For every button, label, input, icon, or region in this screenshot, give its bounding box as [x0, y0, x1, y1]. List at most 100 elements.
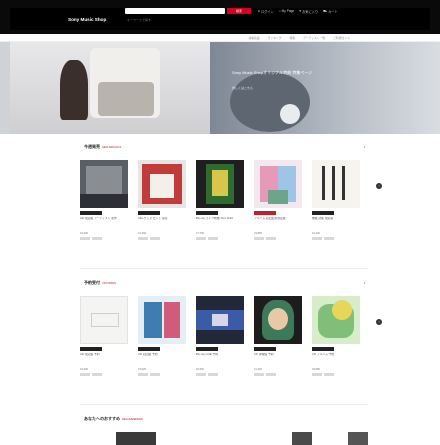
product-title[interactable]: CD 初回盤 予約: [138, 353, 186, 364]
product-cover[interactable]: [138, 160, 186, 208]
product-title[interactable]: CD 限定盤 アーティスト 新作: [80, 217, 128, 228]
favorites-label: お気に入り: [302, 9, 319, 14]
nav-ranking[interactable]: ランキング: [268, 36, 282, 40]
heart-icon: ♥: [299, 9, 302, 13]
cart-button[interactable]: [138, 373, 148, 376]
product-card[interactable]: Blu-ray ライブ映像 Tour 2023 ¥7,700: [196, 160, 244, 240]
product-title[interactable]: CD+グッズ セット 限定: [138, 217, 186, 228]
product-cover-peek[interactable]: [292, 432, 312, 445]
product-card[interactable]: 書籍 詩集 限定版 ¥2,200: [312, 160, 360, 240]
hero-figure: [60, 60, 88, 120]
product-cover[interactable]: [312, 296, 360, 344]
product-title[interactable]: CD アルバム 予約: [312, 353, 360, 364]
product-actions: [254, 373, 302, 376]
product-title[interactable]: アルバム 初回生産限定盤: [254, 217, 302, 228]
cart-button[interactable]: [196, 373, 206, 376]
product-card[interactable]: CD 初回盤 予約 ¥3,520: [138, 296, 186, 376]
product-price: ¥3,080: [312, 368, 320, 371]
product-card[interactable]: CD+グッズ セット 限定 ¥4,400: [138, 160, 186, 240]
format-badge: [312, 347, 334, 351]
cart-button[interactable]: [80, 237, 90, 240]
product-title[interactable]: CD 限定盤 予約: [80, 353, 128, 364]
user-icon: ●: [258, 9, 260, 13]
nav-feature[interactable]: 特集: [290, 36, 296, 40]
search-input[interactable]: [125, 17, 225, 23]
cart-button[interactable]: [80, 373, 90, 376]
product-cover[interactable]: [80, 296, 128, 344]
mypage-label: My Page: [281, 9, 295, 13]
product-card[interactable]: CD 限定盤 アーティスト 新作 ¥3,300: [80, 160, 128, 240]
product-title[interactable]: 書籍 詩集 限定版: [312, 217, 360, 228]
favorite-button[interactable]: [208, 237, 218, 240]
product-price: ¥3,850: [254, 232, 262, 235]
section-subtitle-new: NEW ARRIVALS: [102, 146, 122, 149]
search-button[interactable]: 検索: [227, 8, 251, 14]
hero-banner[interactable]: Sony Music Shopオリジナル特典 特集ページ 詳しくはこちら: [0, 42, 440, 134]
site-logo[interactable]: Sony Music Shop: [68, 17, 106, 22]
next-arrow-upcoming[interactable]: ›: [376, 319, 382, 325]
section-title-recommend: あなたへのおすすめ RECOMMENDED: [84, 416, 143, 422]
product-actions: [254, 237, 302, 240]
product-cover[interactable]: [254, 160, 302, 208]
next-arrow-new[interactable]: ›: [376, 183, 382, 189]
nav-new[interactable]: 新着商品: [248, 36, 259, 40]
product-cover[interactable]: [196, 296, 244, 344]
favorite-button[interactable]: [324, 237, 334, 240]
favorite-button[interactable]: [150, 373, 160, 376]
nav-artists[interactable]: アーティスト一覧: [303, 36, 325, 40]
login-link[interactable]: ● ログイン: [258, 9, 274, 14]
section-title-new: 今週発売 NEW ARRIVALS: [84, 144, 121, 150]
cart-button[interactable]: [196, 237, 206, 240]
cart-icon: ⛟: [323, 8, 328, 13]
favorite-button[interactable]: [208, 373, 218, 376]
product-cover[interactable]: [196, 160, 244, 208]
product-actions: [196, 373, 244, 376]
section-divider: [80, 268, 368, 269]
product-card[interactable]: Blu-ray LIVE 予約 ¥6,600: [196, 296, 244, 376]
format-badge: [138, 211, 160, 215]
product-cover[interactable]: [80, 160, 128, 208]
product-actions: [80, 237, 128, 240]
section-subtitle-recommend: RECOMMENDED: [122, 418, 143, 421]
product-cover[interactable]: [138, 296, 186, 344]
product-cover-peek[interactable]: [348, 432, 368, 445]
product-title[interactable]: Blu-ray ライブ映像 Tour 2023: [196, 217, 244, 228]
cart-link[interactable]: ⛟ カート: [323, 9, 338, 14]
product-card[interactable]: CD 通常盤 予約 ¥1,320: [254, 296, 302, 376]
favorites-link[interactable]: ♥ お気に入り: [299, 9, 318, 14]
favorite-button[interactable]: [92, 373, 102, 376]
product-price: ¥3,300: [80, 368, 88, 371]
nav-guide[interactable]: ご利用ガイド: [333, 36, 350, 40]
cart-button[interactable]: [254, 373, 264, 376]
favorite-button[interactable]: [150, 237, 160, 240]
section-more-new[interactable]: ▾: [364, 145, 366, 149]
section-more-upcoming[interactable]: ▾: [364, 281, 366, 285]
format-badge: [254, 211, 276, 215]
cart-button[interactable]: [254, 237, 264, 240]
favorite-button[interactable]: [324, 373, 334, 376]
product-cover[interactable]: [312, 160, 360, 208]
product-cover-peek[interactable]: [116, 432, 156, 445]
mypage-link[interactable]: ⌂ My Page: [279, 9, 295, 13]
product-actions: [312, 373, 360, 376]
product-title[interactable]: Blu-ray LIVE 予約: [196, 353, 244, 364]
product-price: ¥2,200: [312, 232, 320, 235]
section-title-new-label: 今週発売: [84, 144, 100, 149]
product-price: ¥3,520: [138, 368, 146, 371]
product-title[interactable]: CD 通常盤 予約: [254, 353, 302, 364]
format-badge: [196, 347, 218, 351]
product-actions: [312, 237, 360, 240]
product-card[interactable]: アルバム 初回生産限定盤 ¥3,850: [254, 160, 302, 240]
cart-button[interactable]: [312, 373, 322, 376]
favorite-button[interactable]: [266, 373, 276, 376]
product-card[interactable]: CD 限定盤 予約 ¥3,300: [80, 296, 128, 376]
cart-button[interactable]: [138, 237, 148, 240]
favorite-button[interactable]: [266, 237, 276, 240]
cart-button[interactable]: [312, 237, 322, 240]
section-title-upcoming-label: 予約受付: [84, 280, 100, 285]
product-card[interactable]: CD アルバム 予約 ¥3,080: [312, 296, 360, 376]
product-actions: [80, 373, 128, 376]
favorite-button[interactable]: [92, 237, 102, 240]
product-cover[interactable]: [254, 296, 302, 344]
header-links: ● ログイン ⌂ My Page ♥ お気に入り ⛟ カート: [258, 8, 338, 14]
